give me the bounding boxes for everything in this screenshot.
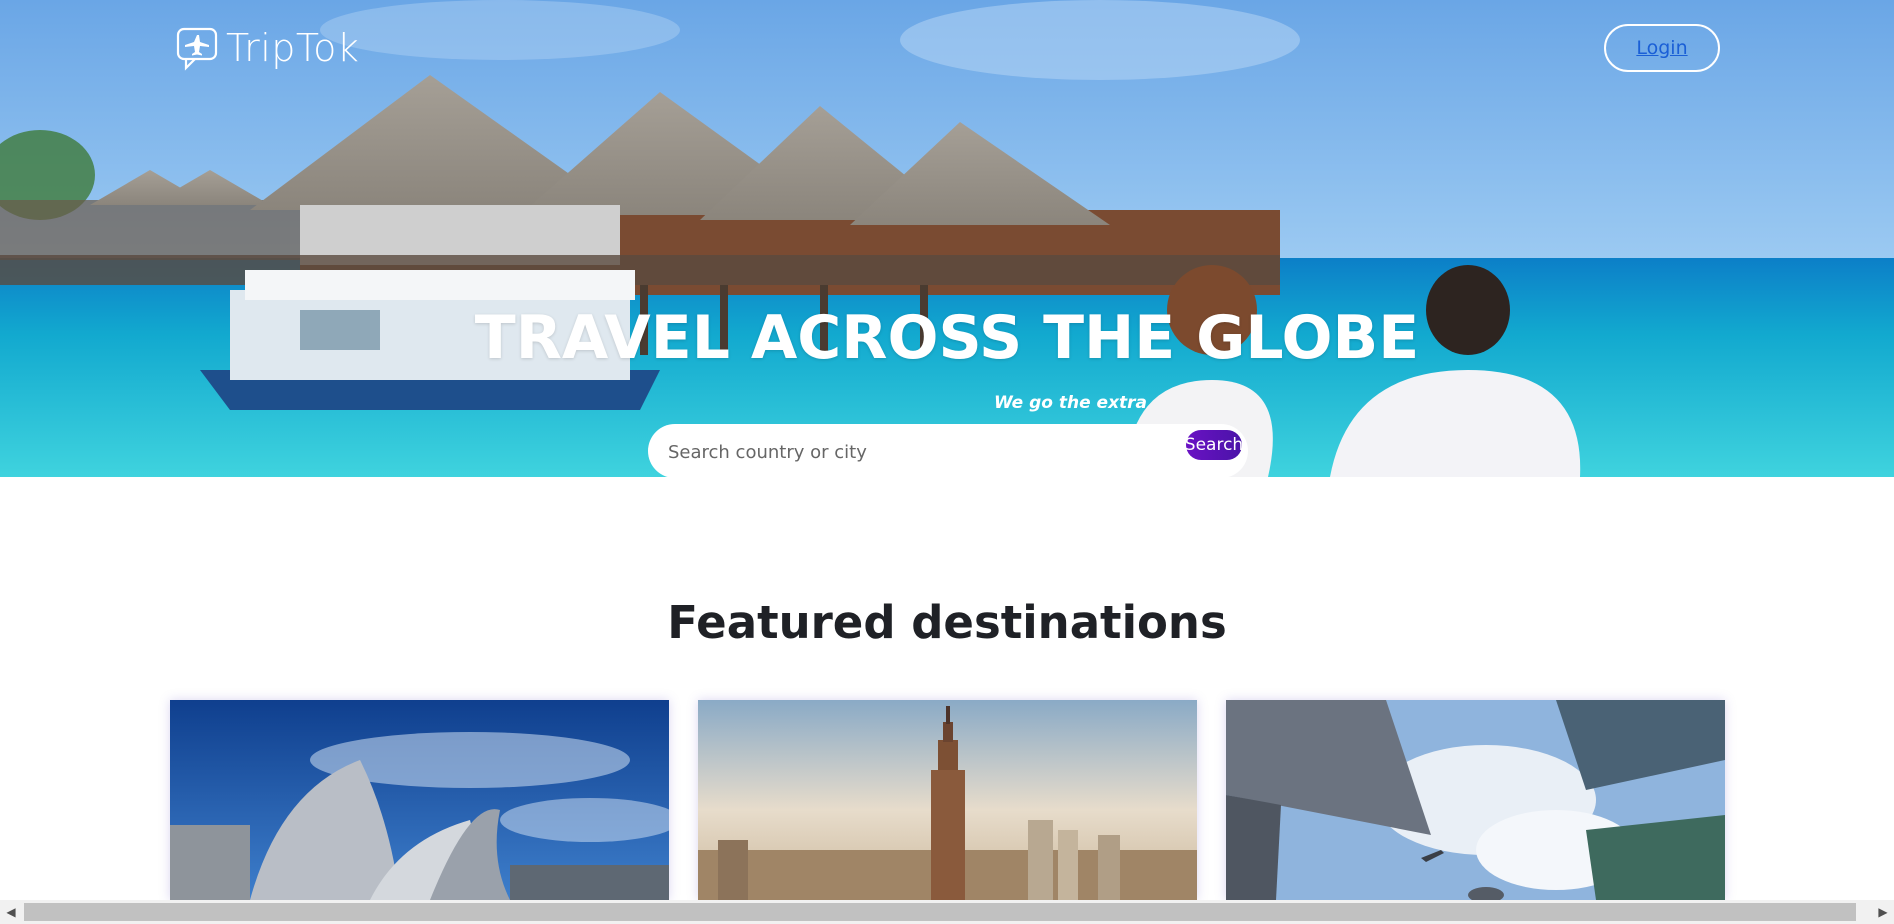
scrollbar-thumb[interactable]	[24, 903, 1856, 921]
hero-title: TRAVEL ACROSS THE GLOBE	[474, 303, 1420, 373]
concert-hall-image	[170, 700, 669, 900]
airplane-chat-bubble-icon	[176, 27, 218, 71]
empire-state-image	[698, 700, 1197, 900]
search-bar: Search	[648, 424, 1248, 477]
login-button[interactable]: Login	[1604, 24, 1720, 72]
skyscrapers-image	[1226, 700, 1725, 900]
destination-card-concert-hall[interactable]	[170, 700, 669, 900]
logo-text: TripTok	[226, 26, 360, 70]
logo[interactable]: TripTok	[176, 24, 359, 72]
destination-card-empire-state[interactable]	[698, 700, 1197, 900]
hero-banner: TripTok Login TRAVEL ACROSS THE GLOBE We…	[0, 0, 1894, 477]
search-button[interactable]: Search	[1185, 430, 1243, 460]
search-input[interactable]	[666, 436, 1170, 468]
horizontal-scrollbar[interactable]: ◀ ▶	[0, 900, 1894, 924]
hero-subtitle: We go the extra	[994, 393, 1148, 413]
featured-destinations-heading: Featured destinations	[667, 596, 1227, 649]
scroll-right-arrow-icon[interactable]: ▶	[1872, 900, 1894, 924]
destination-card-skyscrapers[interactable]	[1226, 700, 1725, 900]
scroll-left-arrow-icon[interactable]: ◀	[0, 900, 22, 924]
